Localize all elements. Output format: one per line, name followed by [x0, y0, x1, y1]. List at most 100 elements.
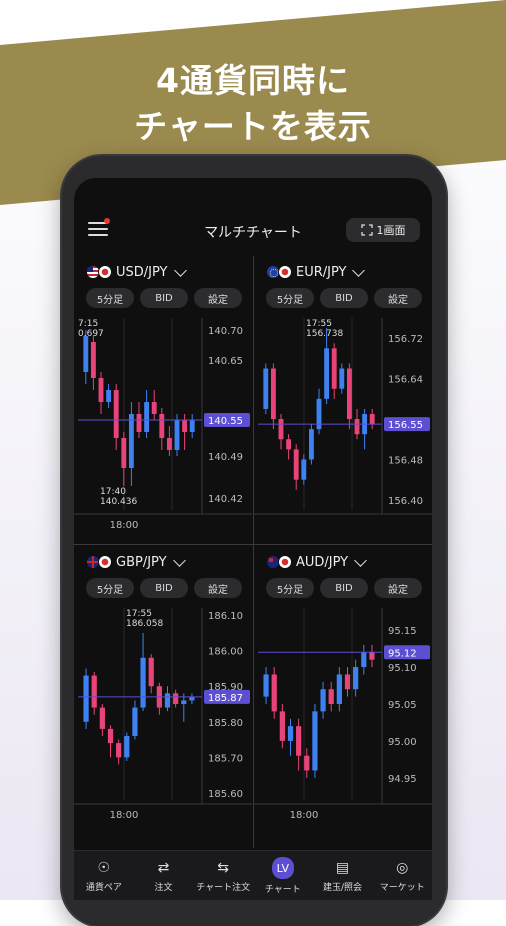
y-tick-label: 94.95	[388, 774, 417, 785]
settings-button[interactable]: 設定	[374, 288, 422, 308]
tab-position[interactable]: ▤ 建玉/照会	[313, 851, 373, 900]
tab-order[interactable]: ⇄ 注文	[134, 851, 194, 900]
candlestick-chart: 140.70 140.65 140.55 140.49 140.42 7:150.697 1…	[74, 318, 252, 531]
candle-body	[308, 429, 314, 460]
y-tick-label: 95.05	[388, 700, 417, 711]
candle-body	[90, 342, 96, 378]
chart-panel-usd-jpy: USD/JPY 5分足 BID 設定 140.70 140.65 140.55 140.49 1…	[74, 256, 252, 544]
candlestick-chart: 95.15 95.12 95.10 95.05 95.00 94.95 18:00	[254, 608, 432, 821]
candle-body	[83, 675, 89, 722]
low-price-label: 140.436	[100, 497, 137, 507]
candle-body	[271, 674, 277, 712]
candle-body	[320, 689, 326, 712]
candle-body	[144, 402, 150, 432]
candle-body	[263, 368, 269, 409]
candle-body	[182, 420, 188, 432]
chart-panel-eur-jpy: EUR/JPY 5分足 BID 設定 156.72 156.64 156.55 156.48 1…	[254, 256, 432, 544]
candle-body	[99, 707, 105, 729]
candle-body	[287, 726, 294, 741]
high-price-label: 156.738	[306, 329, 343, 339]
bid-button[interactable]: BID	[320, 288, 368, 308]
one-screen-button[interactable]: 1画面	[346, 218, 420, 242]
pair-selector[interactable]: GBP/JPY	[86, 552, 186, 572]
tab-label: 建玉/照会	[323, 883, 363, 893]
bid-button[interactable]: BID	[320, 578, 368, 598]
y-tick-label: 140.49	[208, 452, 243, 463]
chevron-down-icon	[172, 553, 186, 567]
y-tick-label: 156.55	[388, 420, 423, 431]
candle-body	[189, 420, 195, 432]
y-tick-label: 140.65	[208, 356, 243, 367]
one-screen-label: 1画面	[376, 224, 406, 237]
promo-headline: 4通貨同時に チャートを表示	[0, 58, 506, 150]
candle-body	[173, 693, 179, 704]
pair-selector[interactable]: EUR/JPY	[266, 262, 366, 282]
tab-currency-pair[interactable]: ☉ 通貨ペア	[74, 851, 134, 900]
candle-body	[151, 402, 157, 414]
timeframe-button[interactable]: 5分足	[266, 578, 314, 598]
pair-selector[interactable]: USD/JPY	[86, 262, 187, 282]
y-tick-label: 140.70	[208, 326, 243, 337]
x-tick-label: 18:00	[110, 520, 139, 531]
bid-button[interactable]: BID	[140, 288, 188, 308]
timeframe-button[interactable]: 5分足	[86, 288, 134, 308]
chevron-down-icon	[354, 553, 368, 567]
currency-pair-icon: ☉	[97, 860, 111, 876]
tab-label: チャート	[264, 885, 301, 895]
timeframe-button[interactable]: 5分足	[86, 578, 134, 598]
y-tick-label: 186.10	[208, 611, 243, 622]
candle-body	[140, 657, 146, 708]
pair-selector[interactable]: AUD/JPY	[266, 552, 368, 572]
candle-body	[353, 667, 359, 690]
candle-body	[159, 414, 165, 438]
currency-flags-icon	[266, 265, 292, 279]
candle-body	[270, 368, 276, 420]
candle-body	[107, 728, 114, 744]
tab-label: 通貨ペア	[85, 883, 122, 893]
currency-flags-icon	[86, 265, 112, 279]
panel-divider-horizontal	[74, 544, 432, 545]
candle-body	[278, 419, 284, 440]
chevron-down-icon	[173, 263, 187, 277]
settings-button[interactable]: 設定	[194, 578, 242, 598]
y-tick-label: 156.72	[388, 334, 423, 345]
y-tick-label: 156.48	[388, 455, 423, 466]
candle-body	[113, 390, 119, 438]
y-tick-label: 185.60	[208, 789, 243, 800]
candle-body	[136, 414, 142, 432]
tab-chart[interactable]: LV チャート	[253, 851, 313, 900]
candlestick-chart: 156.72 156.64 156.55 156.48 156.40 17:55156.7…	[254, 318, 432, 515]
y-tick-label: 186.00	[208, 647, 243, 658]
candle-body	[116, 743, 122, 758]
candle-body	[189, 696, 195, 701]
headline-line-2: チャートを表示	[134, 107, 372, 146]
timeframe-button[interactable]: 5分足	[266, 288, 314, 308]
y-tick-label: 95.00	[388, 737, 417, 748]
candle-body	[98, 378, 104, 402]
candle-body	[339, 368, 345, 389]
jp-flag-icon	[278, 555, 292, 569]
tab-chart-order[interactable]: ⇆ チャート注文	[193, 851, 253, 900]
bid-button[interactable]: BID	[140, 578, 188, 598]
tab-label: チャート注文	[196, 883, 251, 893]
low-price-label: 17:40	[100, 487, 126, 497]
y-tick-label: 185.80	[208, 718, 243, 729]
y-tick-label: 95.10	[388, 663, 417, 674]
currency-flags-icon	[86, 555, 112, 569]
market-icon: ◎	[396, 860, 409, 876]
chevron-down-icon	[352, 263, 366, 277]
order-icon: ⇄	[157, 860, 170, 876]
settings-button[interactable]: 設定	[374, 578, 422, 598]
candle-body	[132, 707, 138, 736]
settings-button[interactable]: 設定	[194, 288, 242, 308]
app-screen: マルチチャート 1画面 USD/JPY 5分足 BID 設定 140.70 140.65 1…	[74, 178, 432, 900]
tab-market[interactable]: ◎ マーケット	[372, 851, 432, 900]
y-tick-label: 140.55	[208, 416, 243, 427]
candle-body	[148, 657, 154, 687]
candle-body	[336, 674, 342, 704]
candle-body	[369, 414, 375, 425]
y-tick-label: 156.40	[388, 496, 423, 507]
candle-body	[304, 755, 310, 771]
currency-flags-icon	[266, 555, 292, 569]
headline-line-1: 4通貨同時に	[156, 61, 350, 100]
